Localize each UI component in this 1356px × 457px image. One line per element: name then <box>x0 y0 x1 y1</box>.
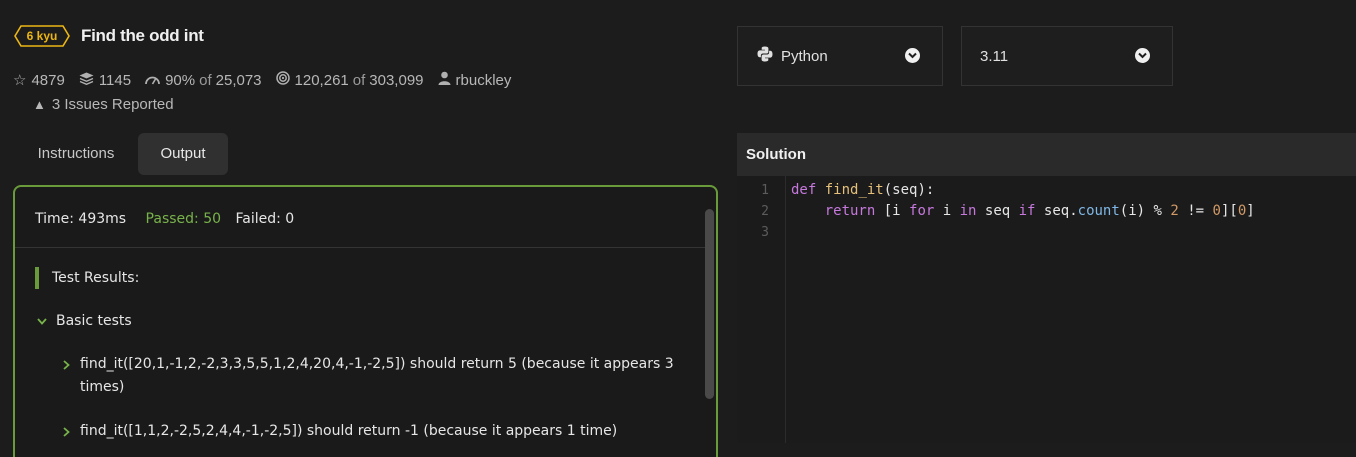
stack-icon <box>79 72 94 89</box>
star-icon: ☆ <box>13 72 27 89</box>
completed-stat: 120,261 of 303,099 <box>275 71 424 89</box>
test-case[interactable]: find_it([20,1,-1,2,-2,3,3,5,5,1,2,4,20,4… <box>63 353 683 399</box>
test-case[interactable]: find_it([1,1,2,-2,5,2,4,4,-1,-2,5]) shou… <box>63 420 683 443</box>
failed-count: Failed: 0 <box>235 211 295 227</box>
language-select[interactable]: Python <box>737 26 943 86</box>
kata-title: Find the odd int <box>81 26 204 45</box>
line-number: 3 <box>761 225 769 240</box>
rank-badge: 6 kyu <box>14 25 70 47</box>
satisfaction-of: of <box>199 71 212 89</box>
chevron-right-icon <box>63 420 70 445</box>
output-panel: Time: 493ms Passed: 50 Failed: 0 Test Re… <box>13 185 718 457</box>
output-scrollbar[interactable] <box>705 209 714 399</box>
test-results-heading: Test Results: <box>35 267 139 289</box>
python-icon <box>757 46 773 66</box>
issues-label: 3 Issues Reported <box>51 96 174 113</box>
tab-instructions[interactable]: Instructions <box>21 133 131 175</box>
solution-heading: Solution <box>737 133 1356 176</box>
collections-count: 1145 <box>98 71 132 89</box>
completed-total: 303,099 <box>369 71 424 89</box>
line-number-gutter: 1 2 3 <box>737 176 786 443</box>
collections-stat[interactable]: 1145 <box>79 72 131 89</box>
chevron-down-icon <box>905 48 920 63</box>
tab-output[interactable]: Output <box>138 133 228 175</box>
language-value: Python <box>781 47 828 65</box>
satisfaction-percent: 90% <box>165 71 196 89</box>
chevron-down-icon <box>37 314 47 328</box>
test-group-label: Basic tests <box>56 313 132 329</box>
author-name: rbuckley <box>455 71 512 89</box>
summary-divider <box>15 247 705 248</box>
chevron-down-icon <box>1135 48 1150 63</box>
code-line-2[interactable]: return [i for i in seq if seq.count(i) %… <box>791 201 1255 222</box>
satisfaction-stat: 90% of 25,073 <box>145 71 262 89</box>
author-stat[interactable]: rbuckley <box>438 71 512 89</box>
target-icon <box>275 71 290 89</box>
version-select[interactable]: 3.11 <box>961 26 1173 86</box>
chevron-right-icon <box>63 353 70 378</box>
version-value: 3.11 <box>980 47 1009 65</box>
completed-of: of <box>352 71 366 89</box>
stars-count: 4879 <box>31 71 65 89</box>
code-content[interactable]: def find_it(seq): return [i for i in seq… <box>791 180 1255 243</box>
code-editor[interactable]: 1 2 3 def find_it(seq): return [i for i … <box>737 176 1356 443</box>
code-line-1[interactable]: def find_it(seq): <box>791 180 1255 201</box>
run-summary: Time: 493ms Passed: 50 Failed: 0 <box>35 211 294 227</box>
kata-stats: ☆ 4879 1145 90% of 25,073 120,261 of 303… <box>13 70 525 90</box>
line-number: 2 <box>761 204 769 219</box>
test-case-label: find_it([1,1,2,-2,5,2,4,4,-1,-2,5]) shou… <box>80 423 618 439</box>
rank-label: 6 kyu <box>26 29 58 43</box>
completed-count: 120,261 <box>294 71 349 89</box>
gauge-icon <box>145 72 160 89</box>
issues-link[interactable]: ▲ 3 Issues Reported <box>33 96 174 113</box>
satisfaction-total: 25,073 <box>215 71 262 89</box>
line-number: 1 <box>761 183 769 198</box>
test-group-basic[interactable]: Basic tests <box>37 313 132 329</box>
code-line-3[interactable] <box>791 222 1255 243</box>
user-icon <box>438 71 451 89</box>
passed-count: Passed: 50 <box>145 211 222 227</box>
run-time: Time: 493ms <box>35 211 127 227</box>
test-case-label: find_it([20,1,-1,2,-2,3,3,5,5,1,2,4,20,4… <box>80 356 674 395</box>
warning-icon: ▲ <box>33 97 46 112</box>
stars-stat[interactable]: ☆ 4879 <box>13 71 65 90</box>
